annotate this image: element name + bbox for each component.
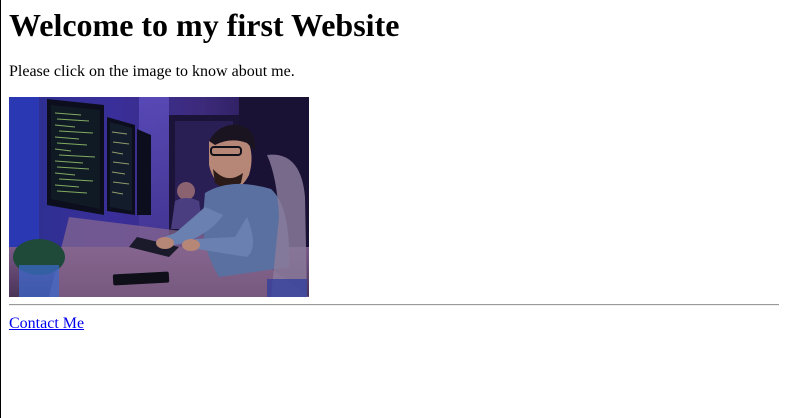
contact-me-link[interactable]: Contact Me <box>9 315 84 333</box>
profile-photo <box>9 97 309 297</box>
intro-text: Please click on the image to know about … <box>9 63 295 80</box>
horizontal-divider <box>9 304 779 306</box>
profile-image-link[interactable] <box>9 97 309 297</box>
page-heading: Welcome to my first Website <box>9 7 400 43</box>
